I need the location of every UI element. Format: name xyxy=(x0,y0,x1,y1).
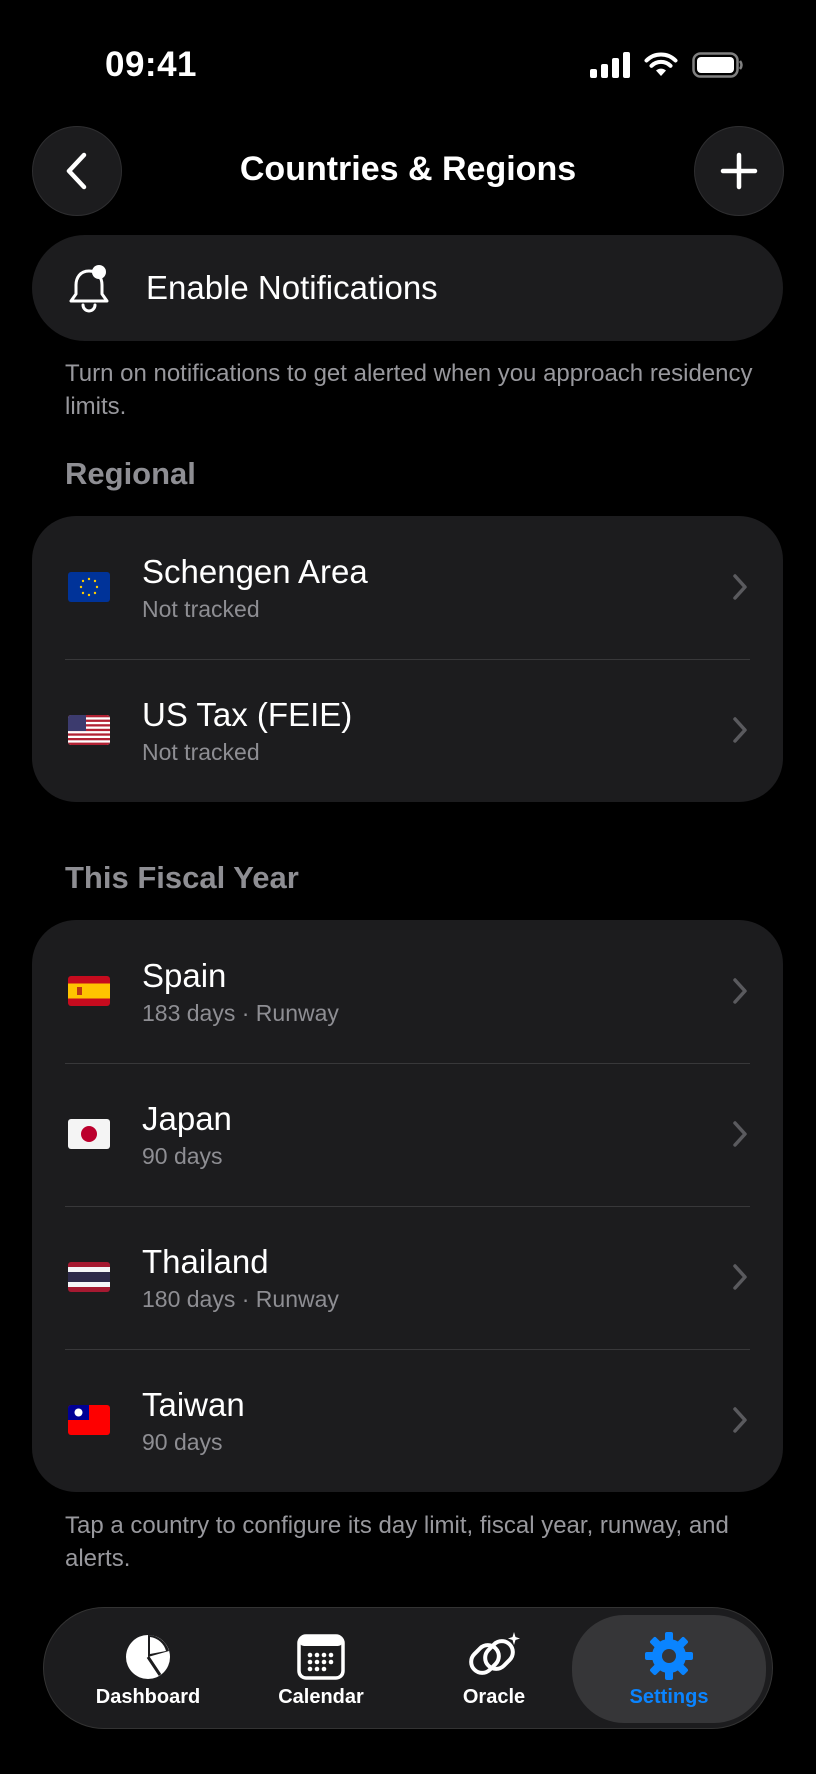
calendar-icon xyxy=(297,1634,345,1680)
list-item-title: Taiwan xyxy=(142,1386,245,1423)
chevron-right-icon xyxy=(733,574,747,600)
list-item-title: Thailand xyxy=(142,1243,269,1280)
tab-bar: Dashboard Calendar Oracle Settings xyxy=(43,1607,773,1729)
notifications-caption: Turn on notifications to get alerted whe… xyxy=(65,360,753,420)
regional-card: Schengen Area Not tracked US Tax (FEIE) … xyxy=(32,516,783,802)
tab-label: Oracle xyxy=(462,1686,526,1708)
plus-icon xyxy=(720,152,758,190)
jp-flag-icon xyxy=(68,1119,110,1149)
tab-label: Dashboard xyxy=(95,1686,201,1708)
list-item-subtitle: Not tracked xyxy=(142,596,260,622)
section-header-fiscal-year: This Fiscal Year xyxy=(65,860,299,895)
chevron-right-icon xyxy=(733,1264,747,1290)
th-flag-icon xyxy=(68,1262,110,1292)
tab-oracle[interactable]: Oracle xyxy=(409,1608,579,1728)
tab-label: Settings xyxy=(629,1686,709,1708)
list-item-subtitle: 180 days · Runway xyxy=(142,1286,339,1312)
pie-chart-icon xyxy=(126,1635,170,1679)
cellular-signal-icon xyxy=(590,52,630,78)
chevron-right-icon xyxy=(733,978,747,1004)
tab-calendar[interactable]: Calendar xyxy=(236,1608,406,1728)
bell-badge-icon xyxy=(69,265,109,313)
tab-settings[interactable]: Settings xyxy=(572,1615,766,1723)
status-bar: 09:41 xyxy=(0,0,816,130)
list-item-subtitle: 90 days xyxy=(142,1429,223,1455)
status-icons xyxy=(590,52,744,78)
list-item-thailand[interactable]: Thailand 180 days · Runway xyxy=(32,1206,783,1349)
list-item-subtitle: 90 days xyxy=(142,1143,223,1169)
tab-dashboard[interactable]: Dashboard xyxy=(63,1608,233,1728)
es-flag-icon xyxy=(68,976,110,1006)
chevron-right-icon xyxy=(733,1407,747,1433)
fiscal-year-card: Spain 183 days · Runway Japan 90 days Th… xyxy=(32,920,783,1492)
status-time: 09:41 xyxy=(105,45,198,84)
enable-notifications-label: Enable Notifications xyxy=(146,269,438,306)
list-item-title: Spain xyxy=(142,957,227,994)
list-item-title: Schengen Area xyxy=(142,553,368,590)
list-item-japan[interactable]: Japan 90 days xyxy=(32,1063,783,1206)
footer-caption: Tap a country to configure its day limit… xyxy=(65,1512,729,1572)
gear-icon xyxy=(645,1632,693,1680)
list-item-taiwan[interactable]: Taiwan 90 days xyxy=(32,1349,783,1492)
list-item-schengen-area[interactable]: Schengen Area Not tracked xyxy=(32,516,783,659)
tw-flag-icon xyxy=(68,1405,110,1435)
list-item-title: Japan xyxy=(142,1100,232,1137)
list-item-title: US Tax (FEIE) xyxy=(142,696,353,733)
battery-icon xyxy=(692,52,744,78)
chevron-right-icon xyxy=(733,1121,747,1147)
chevron-right-icon xyxy=(733,717,747,743)
list-item-subtitle: Not tracked xyxy=(142,739,260,765)
list-item-subtitle: 183 days · Runway xyxy=(142,1000,339,1026)
enable-notifications-button[interactable]: Enable Notifications xyxy=(32,235,783,341)
sparkle-link-icon xyxy=(469,1632,520,1675)
tab-label: Calendar xyxy=(278,1686,364,1708)
list-item-spain[interactable]: Spain 183 days · Runway xyxy=(32,920,783,1063)
wifi-icon xyxy=(644,52,678,78)
add-country-button[interactable] xyxy=(694,126,784,216)
section-header-regional: Regional xyxy=(65,456,196,491)
eu-flag-icon xyxy=(68,572,110,602)
us-flag-icon xyxy=(68,715,110,745)
list-item-us-tax[interactable]: US Tax (FEIE) Not tracked xyxy=(32,659,783,802)
